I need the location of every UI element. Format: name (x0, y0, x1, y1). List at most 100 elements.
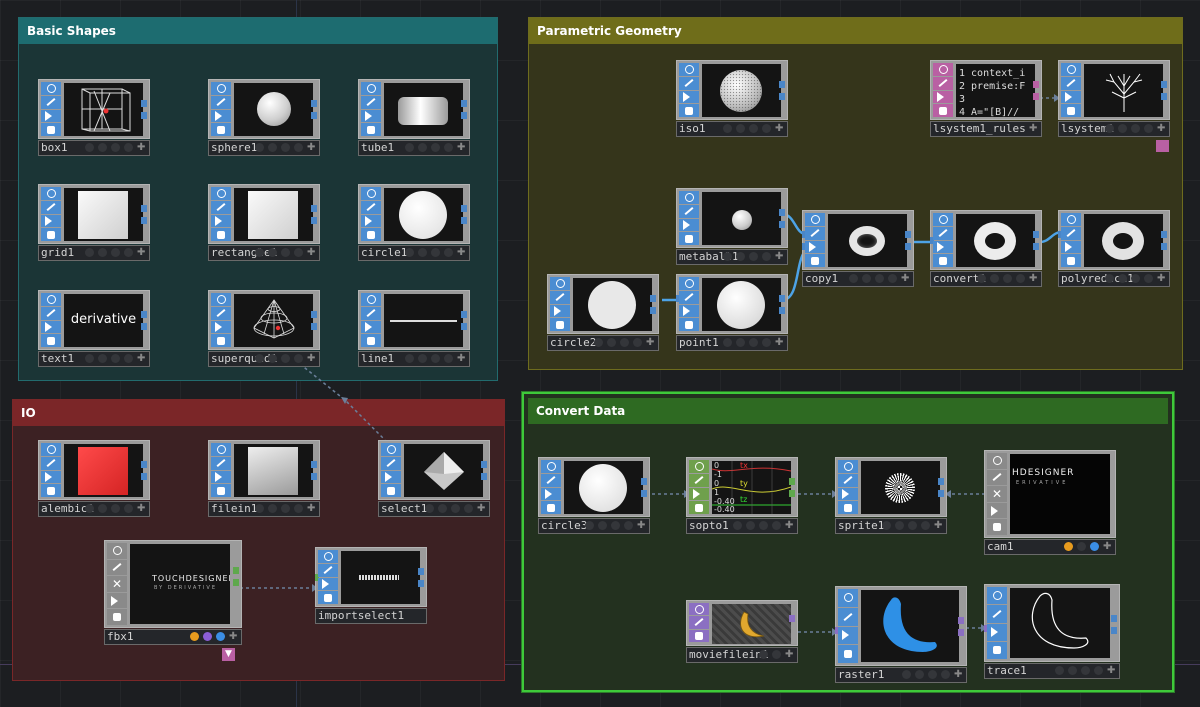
arrow-icon[interactable] (679, 304, 699, 318)
arrow-icon[interactable] (41, 109, 61, 123)
node-name[interactable]: tube1 (361, 141, 394, 155)
node-name[interactable]: box1 (41, 141, 68, 155)
arrow-icon[interactable] (211, 320, 231, 334)
node-name[interactable]: copy1 (805, 272, 838, 286)
viewer-icon[interactable] (933, 213, 953, 226)
lock-icon[interactable] (318, 591, 338, 604)
node-name[interactable]: lsystem1_rules (933, 122, 1026, 136)
node-point1[interactable]: point1 ✚ (676, 274, 788, 358)
viewer-icon[interactable] (211, 293, 231, 306)
node-name[interactable]: iso1 (679, 122, 706, 136)
node-rectangle1[interactable]: rectangle1 ✚ (208, 184, 320, 268)
lock-icon[interactable] (41, 123, 61, 136)
viewer-icon[interactable] (211, 187, 231, 200)
arrow-icon[interactable] (41, 320, 61, 334)
close-icon[interactable]: ✕ (107, 576, 127, 592)
viewer-icon[interactable] (107, 543, 127, 559)
viewer-icon[interactable] (987, 587, 1007, 605)
lock-icon[interactable] (689, 629, 709, 642)
pencil-icon[interactable] (679, 76, 699, 90)
node-copy1[interactable]: copy1 ✚ (802, 210, 914, 294)
arrow-icon[interactable] (211, 109, 231, 123)
viewer-icon[interactable] (550, 277, 570, 290)
node-metaball1[interactable]: metaball1 ✚ (676, 188, 788, 272)
arrow-icon[interactable] (381, 470, 401, 484)
pencil-icon[interactable] (41, 200, 61, 214)
arrow-icon[interactable] (679, 218, 699, 232)
node-moviefilein1[interactable]: moviefilein1 ✚ (686, 600, 798, 684)
arrow-icon[interactable] (933, 90, 953, 104)
viewer-icon[interactable] (987, 453, 1007, 469)
node-name[interactable]: sopto1 (689, 519, 729, 533)
arrow-icon[interactable] (41, 214, 61, 228)
viewer-icon[interactable] (211, 82, 231, 95)
arrow-icon[interactable] (987, 502, 1007, 519)
lock-icon[interactable] (679, 318, 699, 331)
arrow-icon[interactable] (41, 470, 61, 484)
node-filein1[interactable]: filein1 ✚ (208, 440, 320, 524)
node-circle3[interactable]: circle3 ✚ (538, 457, 650, 541)
node-sopto1[interactable]: 0 -1 tx 0 ty 1 tz -0.40 -0.40 sopto1 ✚ (686, 457, 798, 541)
lock-icon[interactable] (550, 318, 570, 331)
lock-icon[interactable] (107, 609, 127, 625)
viewer-icon[interactable] (41, 82, 61, 95)
lock-icon[interactable] (987, 641, 1007, 659)
lock-icon[interactable] (679, 232, 699, 245)
node-circle2[interactable]: circle2 ✚ (547, 274, 659, 358)
node-polyreduce1[interactable]: polyreduce1 ✚ (1058, 210, 1170, 294)
viewer-icon[interactable] (933, 63, 953, 76)
pencil-icon[interactable] (211, 306, 231, 320)
pencil-icon[interactable] (987, 605, 1007, 623)
viewer-icon[interactable] (361, 293, 381, 306)
pencil-icon[interactable] (550, 290, 570, 304)
lock-icon[interactable] (838, 645, 858, 663)
node-text1[interactable]: derivative text1 ✚ (38, 290, 150, 374)
arrow-icon[interactable] (1061, 240, 1081, 254)
pencil-icon[interactable] (679, 290, 699, 304)
pencil-icon[interactable] (689, 616, 709, 629)
pencil-icon[interactable] (107, 559, 127, 576)
viewer-icon[interactable] (679, 277, 699, 290)
pencil-icon[interactable] (933, 226, 953, 240)
arrow-icon[interactable] (211, 470, 231, 484)
arrow-icon[interactable] (1061, 90, 1081, 104)
lock-icon[interactable] (838, 501, 858, 514)
arrow-icon[interactable] (689, 487, 709, 501)
node-select1[interactable]: select1 ✚ (378, 440, 490, 524)
pencil-icon[interactable] (211, 95, 231, 109)
node-name[interactable]: grid1 (41, 246, 74, 260)
node-name[interactable]: cam1 (987, 540, 1014, 554)
viewer-icon[interactable] (318, 550, 338, 563)
node-name[interactable]: trace1 (987, 664, 1027, 678)
close-icon[interactable]: ✕ (987, 486, 1007, 502)
node-name[interactable]: text1 (41, 352, 74, 366)
node-grid1[interactable]: grid1 ✚ (38, 184, 150, 268)
lock-icon[interactable] (41, 334, 61, 347)
pencil-icon[interactable] (41, 456, 61, 470)
viewer-icon[interactable] (361, 82, 381, 95)
pencil-icon[interactable] (211, 456, 231, 470)
pencil-icon[interactable] (211, 200, 231, 214)
pencil-icon[interactable] (361, 306, 381, 320)
arrow-icon[interactable] (679, 90, 699, 104)
arrow-icon[interactable] (838, 626, 858, 645)
viewer-icon[interactable] (211, 443, 231, 456)
pencil-icon[interactable] (1061, 76, 1081, 90)
lock-icon[interactable] (361, 123, 381, 136)
pencil-icon[interactable] (679, 204, 699, 218)
lock-icon[interactable] (211, 123, 231, 136)
lock-icon[interactable] (1061, 104, 1081, 117)
pencil-icon[interactable] (361, 95, 381, 109)
node-convert1[interactable]: convert1 ✚ (930, 210, 1042, 294)
lock-icon[interactable] (933, 104, 953, 117)
lock-icon[interactable] (211, 334, 231, 347)
down-arrow-icon[interactable]: ▼ (222, 648, 235, 661)
pencil-icon[interactable] (805, 226, 825, 240)
lock-icon[interactable] (381, 484, 401, 497)
node-alembic1[interactable]: alembic1 ✚ (38, 440, 150, 524)
viewer-icon[interactable] (689, 460, 709, 473)
node-importselect1[interactable]: importselect1 (315, 547, 427, 631)
pencil-icon[interactable] (381, 456, 401, 470)
pencil-icon[interactable] (838, 473, 858, 487)
lock-icon[interactable] (211, 228, 231, 241)
